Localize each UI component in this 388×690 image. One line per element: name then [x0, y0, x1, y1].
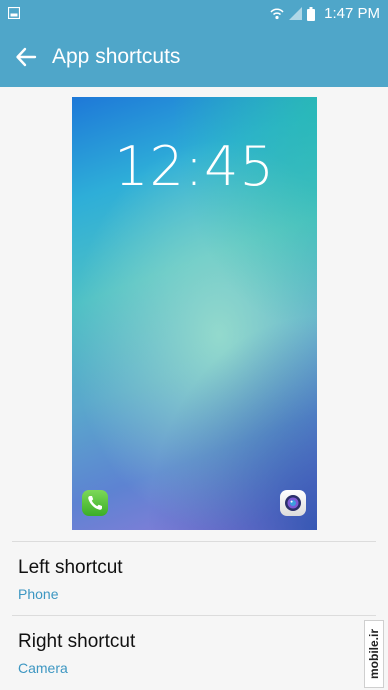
left-shortcut-setting[interactable]: Left shortcut Phone — [0, 542, 388, 615]
camera-icon — [280, 490, 306, 516]
watermark-text: mobile.ir — [367, 628, 382, 680]
preview-clock: 12:45 — [114, 135, 275, 198]
setting-label: Right shortcut — [18, 631, 136, 652]
status-icons: 1:47 PM — [270, 0, 380, 27]
status-time: 1:47 PM — [324, 5, 380, 22]
lockscreen-preview: 12:45 — [72, 97, 317, 530]
status-bar: 1:47 PM — [0, 0, 388, 27]
app-bar: App shortcuts — [0, 27, 388, 87]
phone-icon — [82, 490, 108, 516]
right-shortcut-setting[interactable]: Right shortcut Camera — [0, 616, 388, 689]
battery-icon — [307, 6, 316, 21]
gallery-icon — [8, 7, 20, 19]
setting-value: Camera — [18, 660, 68, 676]
setting-label: Left shortcut — [18, 557, 123, 578]
page-title: App shortcuts — [52, 45, 181, 68]
setting-value: Phone — [18, 586, 59, 602]
signal-icon — [289, 7, 303, 20]
watermark: mobile.ir — [364, 620, 384, 688]
arrow-left-icon[interactable] — [14, 44, 40, 70]
wifi-icon — [270, 8, 284, 20]
